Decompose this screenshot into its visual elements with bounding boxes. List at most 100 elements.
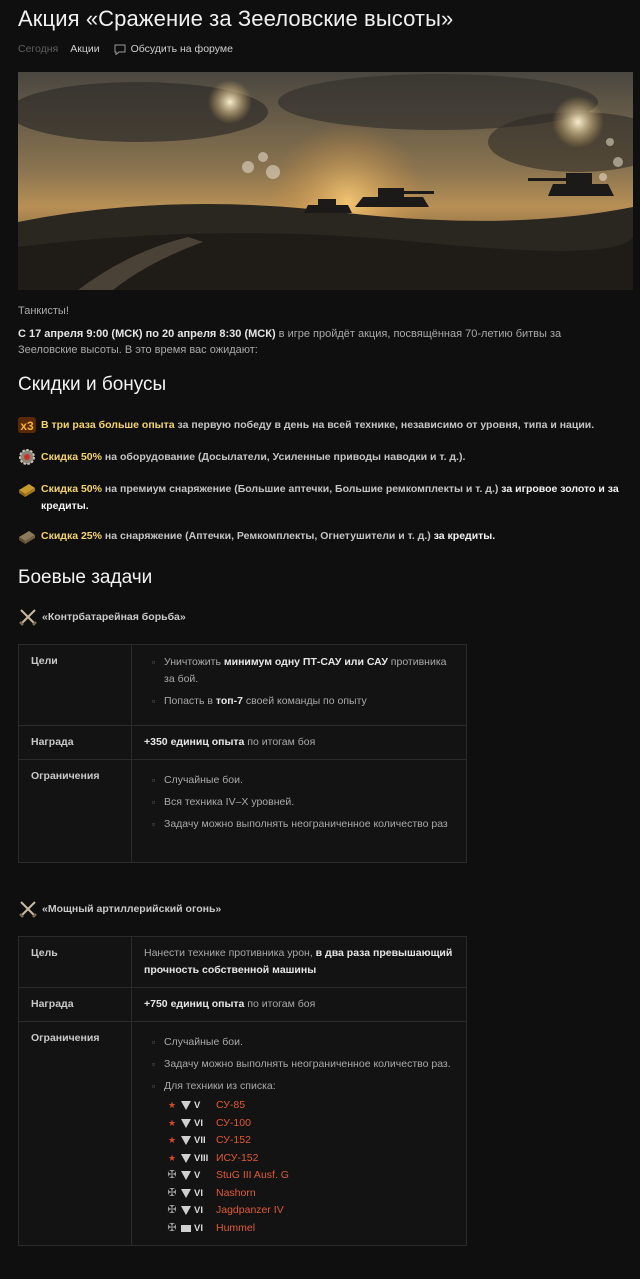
- ussr-flag-icon: ★: [167, 1152, 177, 1163]
- mission-title: «Мощный артиллерийский огонь»: [18, 899, 221, 919]
- tank-list-item: ✠ VI Hummel: [144, 1220, 456, 1238]
- page-title: Акция «Сражение за Зееловские высоты»: [18, 6, 454, 31]
- mission-table: Цель Нанести технике противника урон, в …: [18, 936, 467, 1246]
- tank-name-link[interactable]: СУ-152: [216, 1132, 251, 1149]
- row-label: Ограничения: [18, 759, 132, 863]
- ussr-flag-icon: ★: [167, 1117, 177, 1128]
- list-item: Случайные бои.: [144, 772, 456, 789]
- bonus-item: x3 В три раза больше опыта за первую поб…: [18, 417, 628, 434]
- premium-ammo-icon: [19, 484, 35, 497]
- date-label: Сегодня: [18, 43, 59, 55]
- tank-name-link[interactable]: ИСУ-152: [216, 1150, 258, 1167]
- tank-name-link[interactable]: СУ-100: [216, 1115, 251, 1132]
- bonus-text: на оборудование (Досылатели, Усиленные п…: [102, 451, 466, 463]
- bonus-highlight: В три раза больше опыта: [41, 419, 175, 431]
- tank-tier: V: [194, 1100, 201, 1112]
- tank-list-item: ✠ V StuG III Ausf. G: [144, 1167, 456, 1185]
- gear-icon: [19, 449, 35, 465]
- tank-name-link[interactable]: StuG III Ausf. G: [216, 1167, 289, 1184]
- row-label: Награда: [18, 987, 132, 1022]
- forum-link-label: Обсудить на форуме: [130, 43, 233, 55]
- article-meta: Сегодня Акции Обсудить на форуме: [18, 43, 233, 55]
- row-label: Ограничения: [18, 1021, 132, 1246]
- list-item: Попасть в топ-7 своей команды по опыту: [144, 693, 456, 710]
- table-row: Ограничения Случайные бои. Вся техника I…: [18, 759, 467, 863]
- svg-text:x3: x3: [20, 419, 34, 433]
- tank-list-item: ✠ VI Jagdpanzer IV: [144, 1202, 456, 1220]
- tank-list-item: ✠ VI Nashorn: [144, 1185, 456, 1203]
- x3-icon: x3: [18, 417, 36, 433]
- tank-tier: VI: [194, 1205, 203, 1217]
- tank-tier: VI: [194, 1117, 203, 1129]
- tank-list-item: ★ VI СУ-100: [144, 1115, 456, 1133]
- forum-link[interactable]: Обсудить на форуме: [114, 43, 233, 55]
- row-value: Случайные бои. Вся техника IV–X уровней.…: [131, 759, 467, 863]
- period-dates: С 17 апреля 9:00 (МСК) по 20 апреля 8:30…: [18, 328, 276, 340]
- tank-list-item: ★ V СУ-85: [144, 1097, 456, 1115]
- table-row: Награда +350 единиц опыта по итогам боя: [18, 725, 467, 760]
- mission-title: «Контрбатарейная борьба»: [18, 607, 186, 627]
- table-row: Цели Уничтожить минимум одну ПТ-САУ или …: [18, 644, 467, 726]
- mission-title-label: «Контрбатарейная борьба»: [42, 611, 186, 623]
- list-item: Вся техника IV–X уровней.: [144, 794, 456, 811]
- crossed-swords-icon: [19, 609, 37, 626]
- mission-table: Цели Уничтожить минимум одну ПТ-САУ или …: [18, 644, 467, 863]
- row-value: Случайные бои. Задачу можно выполнять не…: [131, 1021, 467, 1246]
- ussr-flag-icon: ★: [167, 1135, 177, 1146]
- td-class-icon: [181, 1171, 191, 1181]
- comment-icon: [114, 44, 126, 55]
- tank-name-link[interactable]: СУ-85: [216, 1097, 245, 1114]
- ussr-flag-icon: ★: [167, 1100, 177, 1111]
- bonus-highlight: Скидка 50%: [41, 451, 102, 463]
- battlefield-illustration: [18, 72, 633, 290]
- spg-class-icon: [181, 1224, 191, 1232]
- tank-name-link[interactable]: Hummel: [216, 1220, 255, 1237]
- bonus-highlight: Скидка 50%: [41, 483, 102, 495]
- tank-tier: VII: [194, 1135, 206, 1147]
- tank-name-link[interactable]: Nashorn: [216, 1185, 256, 1202]
- list-item: Задачу можно выполнять неограниченное ко…: [144, 1056, 456, 1073]
- germany-flag-icon: ✠: [167, 1169, 177, 1182]
- tank-list-item: ★ VII СУ-152: [144, 1132, 456, 1150]
- bonus-highlight: Скидка 25%: [41, 530, 102, 542]
- missions-heading: Боевые задачи: [18, 567, 153, 588]
- td-class-icon: [181, 1101, 191, 1111]
- mission-title-label: «Мощный артиллерийский огонь»: [42, 903, 222, 915]
- germany-flag-icon: ✠: [167, 1186, 177, 1199]
- tank-tier: VI: [194, 1222, 203, 1234]
- table-row: Ограничения Случайные бои. Задачу можно …: [18, 1021, 467, 1246]
- bonus-text: на снаряжение (Аптечки, Ремкомплекты, Ог…: [102, 530, 434, 542]
- ammo-icon: [19, 531, 35, 544]
- news-article: Акция «Сражение за Зееловские высоты» Се…: [0, 0, 640, 1279]
- row-value: +350 единиц опыта по итогам боя: [131, 725, 467, 760]
- bonus-tail: за кредиты.: [433, 530, 496, 542]
- tank-name-link[interactable]: Jagdpanzer IV: [216, 1202, 284, 1219]
- discounts-heading: Скидки и бонусы: [18, 374, 167, 395]
- promo-banner-image: [18, 72, 633, 290]
- bonus-text: на премиум снаряжение (Большие аптечки, …: [102, 483, 502, 495]
- germany-flag-icon: ✠: [167, 1221, 177, 1234]
- bonus-item: Скидка 50% на оборудование (Досылатели, …: [18, 449, 628, 466]
- row-label: Цель: [18, 936, 132, 988]
- row-label: Цели: [18, 644, 132, 726]
- tank-list: ★ V СУ-85 ★ VI СУ-100 ★ VII СУ-152 ★ VIII ИСУ-152 ✠ V…: [144, 1097, 456, 1237]
- td-class-icon: [181, 1118, 191, 1128]
- tank-tier: VI: [194, 1187, 203, 1199]
- tank-tier: VIII: [194, 1152, 209, 1164]
- intro-paragraph: С 17 апреля 9:00 (МСК) по 20 апреля 8:30…: [18, 326, 618, 358]
- bonus-item: Скидка 25% на снаряжение (Аптечки, Ремко…: [18, 528, 628, 545]
- td-class-icon: [181, 1188, 191, 1198]
- table-row: Цель Нанести технике противника урон, в …: [18, 936, 467, 988]
- list-item: Задачу можно выполнять неограниченное ко…: [144, 816, 456, 833]
- list-item: Уничтожить минимум одну ПТ-САУ или САУ п…: [144, 654, 456, 688]
- row-label: Награда: [18, 725, 132, 760]
- td-class-icon: [181, 1206, 191, 1216]
- td-class-icon: [181, 1153, 191, 1163]
- table-row: Награда +750 единиц опыта по итогам боя: [18, 987, 467, 1022]
- category-link[interactable]: Акции: [70, 43, 99, 55]
- bonus-item: Скидка 50% на премиум снаряжение (Больши…: [18, 481, 628, 515]
- tank-list-item: ★ VIII ИСУ-152: [144, 1150, 456, 1168]
- germany-flag-icon: ✠: [167, 1204, 177, 1217]
- list-item: Для техники из списка:: [144, 1078, 456, 1095]
- row-value: +750 единиц опыта по итогам боя: [131, 987, 467, 1022]
